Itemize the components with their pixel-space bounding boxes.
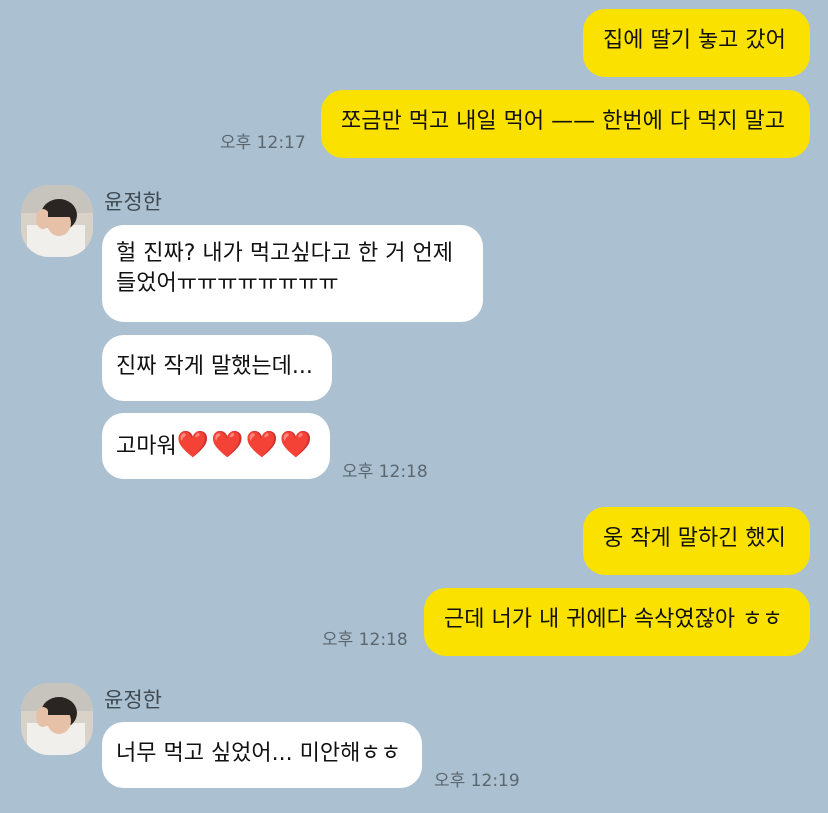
- avatar[interactable]: [21, 683, 93, 755]
- message-incoming[interactable]: 고마워❤️❤️❤️❤️: [102, 413, 330, 479]
- sender-name: 윤정한: [104, 190, 162, 214]
- message-outgoing[interactable]: 쪼금만 먹고 내일 먹어 —— 한번에 다 먹지 말고: [321, 90, 810, 158]
- message-incoming[interactable]: 진짜 작게 말했는데...: [102, 335, 332, 401]
- sender-name: 윤정한: [104, 688, 162, 712]
- message-timestamp: 오후 12:17: [220, 133, 306, 153]
- message-outgoing[interactable]: 웅 작게 말하긴 했지: [583, 507, 810, 575]
- message-incoming[interactable]: 헐 진짜? 내가 먹고싶다고 한 거 언제 들었어ㅠㅠㅠㅠㅠㅠㅠㅠ: [102, 225, 483, 322]
- message-text: 집에 딸기 놓고 갔어: [603, 28, 786, 53]
- heart-emoji-icon: ❤️❤️❤️❤️: [176, 430, 315, 460]
- message-outgoing[interactable]: 근데 너가 내 귀에다 속삭였잖아 ㅎㅎ: [424, 588, 810, 656]
- chat-area: 집에 딸기 놓고 갔어 오후 12:17 쪼금만 먹고 내일 먹어 —— 한번에…: [0, 0, 828, 813]
- message-text-line: 들었어ㅠㅠㅠㅠㅠㅠㅠㅠ: [116, 271, 339, 296]
- message-outgoing[interactable]: 집에 딸기 놓고 갔어: [583, 9, 810, 77]
- message-text: 진짜 작게 말했는데...: [116, 354, 313, 379]
- message-timestamp: 오후 12:18: [322, 630, 408, 650]
- message-incoming[interactable]: 너무 먹고 싶었어... 미안해ㅎㅎ: [102, 722, 422, 788]
- message-text: 너무 먹고 싶었어... 미안해ㅎㅎ: [116, 741, 401, 766]
- avatar[interactable]: [21, 185, 93, 257]
- message-text: 고마워: [116, 434, 177, 459]
- avatar-photo-icon: [21, 185, 93, 257]
- message-text-line: 헐 진짜? 내가 먹고싶다고 한 거 언제: [116, 241, 453, 266]
- message-text: 쪼금만 먹고 내일 먹어 —— 한번에 다 먹지 말고: [341, 109, 786, 134]
- avatar-photo-icon: [21, 683, 93, 755]
- message-text: 웅 작게 말하긴 했지: [603, 526, 786, 551]
- message-text: 근데 너가 내 귀에다 속삭였잖아 ㅎㅎ: [444, 607, 783, 632]
- message-timestamp: 오후 12:18: [342, 462, 428, 482]
- message-timestamp: 오후 12:19: [434, 771, 520, 791]
